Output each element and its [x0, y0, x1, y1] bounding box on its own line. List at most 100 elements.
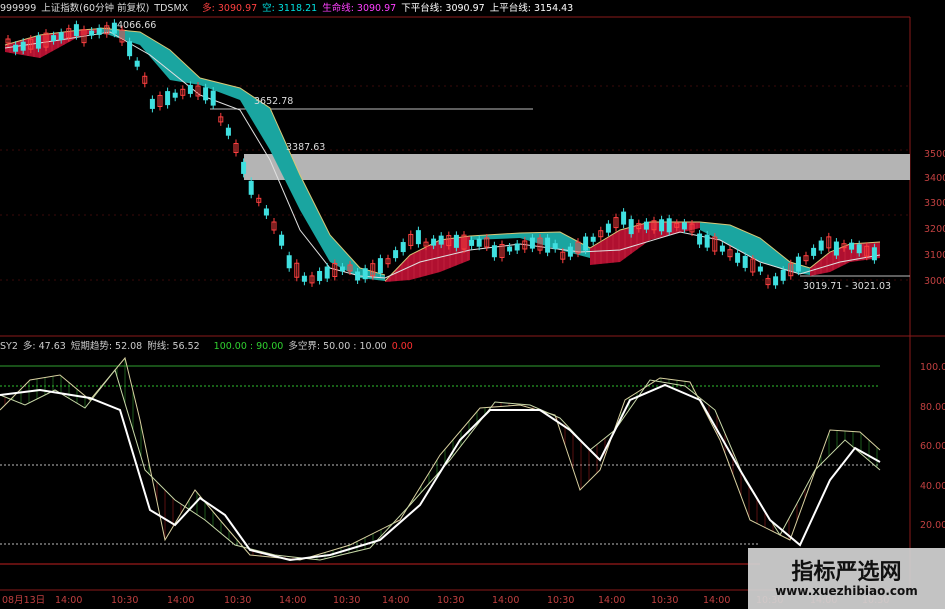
candle-body [355, 271, 361, 281]
x-tick-label: 14:00 [382, 595, 409, 606]
candle-body [453, 234, 459, 248]
candle-body [795, 256, 801, 272]
price-tick-label: 3000 [924, 276, 945, 287]
indicator-tick-label: 60.00 [920, 441, 945, 452]
indicator-lines [0, 356, 881, 562]
candle-body [248, 180, 254, 195]
candle-body [742, 255, 748, 268]
candle-body [35, 35, 41, 49]
candle-body [279, 234, 285, 246]
candle-body [286, 255, 292, 269]
annotation-high: 4066.66 [117, 20, 156, 31]
candle-body [818, 240, 824, 251]
candle-body [263, 208, 269, 216]
watermark-title: 指标严选网 [791, 560, 902, 585]
x-tick-label: 08月13日 [2, 595, 45, 606]
x-tick-label: 14:00 [598, 595, 625, 606]
candle-body [697, 233, 703, 245]
candle-body [20, 41, 26, 51]
indicator-tick-label: 80.00 [920, 402, 945, 413]
candle-body [127, 41, 133, 57]
ribbon-edge-line [99, 27, 386, 276]
x-tick-label: 10:30 [437, 595, 464, 606]
candle-body [58, 32, 64, 41]
candle-body [431, 238, 437, 246]
candle-body [780, 269, 786, 281]
annotation-level-2: 3387.63 [286, 142, 325, 153]
candle-body [301, 275, 307, 282]
candle-body [339, 266, 345, 272]
candle-body [210, 90, 216, 106]
candle-body [849, 242, 855, 250]
watermark-url: www.xuezhibiao.com [775, 584, 918, 598]
candle-body [552, 243, 558, 250]
candle-body [415, 230, 421, 245]
candle-body [773, 276, 779, 286]
candle-body [400, 242, 406, 253]
candle-body [643, 221, 649, 230]
candle-body [628, 219, 634, 235]
indicator-tick-label: 100.0 [920, 362, 945, 373]
candle-body [757, 266, 763, 272]
candle-body [567, 246, 573, 257]
annotation-low-range: 3019.71 - 3021.03 [803, 281, 891, 292]
candle-body [507, 246, 513, 252]
candle-body [491, 245, 497, 258]
candle-body [324, 266, 330, 279]
indicator-tick-label: 20.00 [920, 520, 945, 531]
candle-body [362, 268, 368, 280]
x-tick-label: 10:30 [651, 595, 678, 606]
candle-body [659, 219, 665, 232]
candle-body [377, 258, 383, 274]
trading-chart-window: 999999 上证指数(60分钟 前复权) TDSMX 多: 3090.97 空: 31… [0, 0, 945, 609]
x-tick-label: 14:00 [55, 595, 82, 606]
candle-body [583, 236, 589, 251]
indicator-reference-lines [0, 365, 880, 565]
candle-body [393, 250, 399, 259]
candle-body [856, 244, 862, 254]
candle-body [172, 92, 178, 98]
chart-canvas[interactable]: 4066.66 3652.78 3387.63 3019.71 - 3021.0… [0, 0, 945, 609]
x-tick-label: 14:00 [492, 595, 519, 606]
candle-body [666, 218, 672, 233]
candle-body [317, 270, 323, 281]
watermark: 指标严选网 www.xuezhibiao.com [748, 548, 945, 609]
x-tick-label: 10:30 [111, 595, 138, 606]
x-tick-label: 10:30 [333, 595, 360, 606]
indicator-short-trend-line [0, 356, 881, 561]
candle-body [96, 27, 102, 35]
candle-body [735, 252, 741, 263]
candle-body [545, 237, 551, 253]
candle-body [13, 44, 19, 52]
candle-body [203, 87, 209, 101]
resistance-band [244, 154, 910, 180]
candle-body [871, 247, 877, 261]
price-tick-label: 3300 [924, 198, 945, 209]
price-tick-label: 3400 [924, 173, 945, 184]
price-y-axis: 3500 3400 3300 3200 3100 3000 [924, 149, 945, 287]
indicator-main-line [0, 383, 881, 562]
candle-body [621, 211, 627, 225]
candle-body [111, 22, 117, 34]
candle-body [89, 30, 95, 36]
candle-body [514, 243, 520, 251]
candle-body [187, 84, 193, 94]
x-tick-label: 10:30 [224, 595, 251, 606]
price-tick-label: 3500 [924, 149, 945, 160]
candle-body [241, 161, 247, 174]
indicator-y-axis: 100.0 80.00 60.00 40.00 20.00 [920, 362, 945, 531]
candle-body [833, 241, 839, 256]
candle-body [476, 238, 482, 247]
candle-body [590, 236, 596, 242]
candle-body [165, 91, 171, 106]
candle-body [681, 222, 687, 230]
candle-body [225, 127, 231, 136]
x-tick-label: 10:30 [547, 595, 574, 606]
candle-body [719, 245, 725, 252]
candle-body [704, 234, 710, 248]
price-tick-label: 3100 [924, 250, 945, 261]
candle-body [73, 24, 79, 37]
candle-body [149, 98, 155, 109]
candle-body [134, 60, 140, 67]
candle-body [51, 35, 57, 42]
